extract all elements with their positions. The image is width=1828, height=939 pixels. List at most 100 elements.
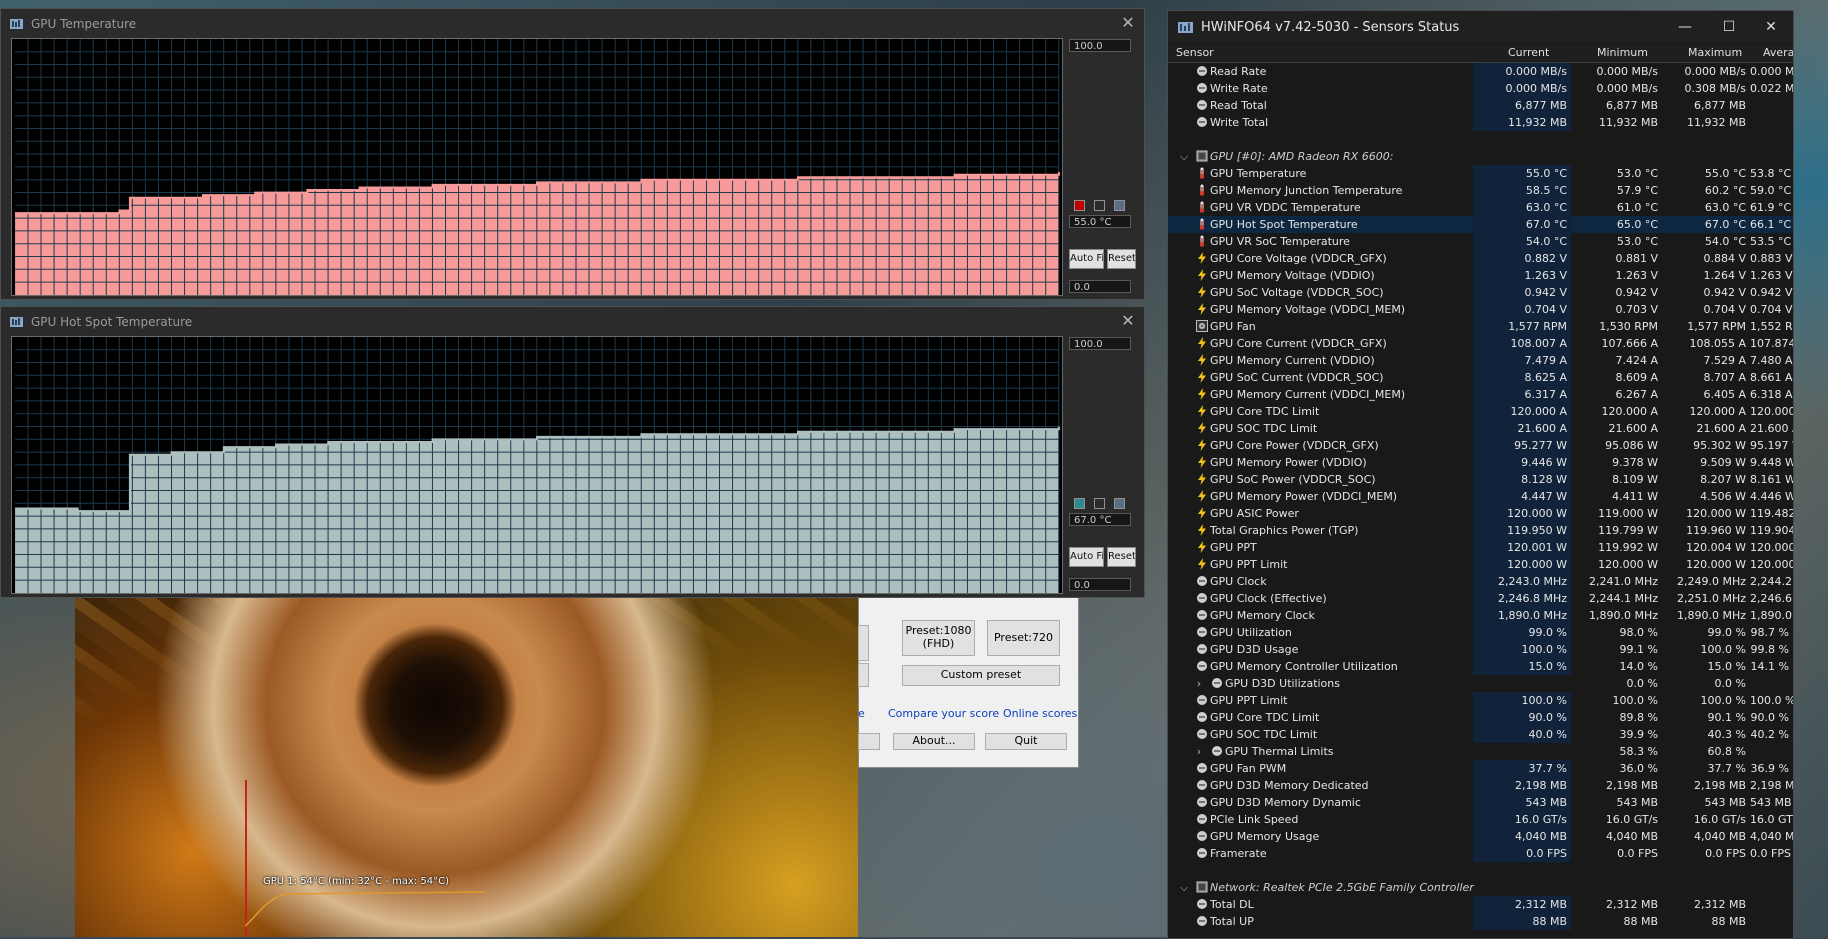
sensor-name: GPU Memory Current (VDDCI_MEM) (1210, 388, 1406, 401)
sensor-name: GPU Memory Current (VDDIO) (1210, 354, 1375, 367)
maximum-value: 2,249.0 MHz (1676, 575, 1746, 588)
sensor-row[interactable]: Total UP 88 MB 88 MB 88 MB (1168, 913, 1793, 930)
sensor-row[interactable]: GPU ASIC Power 120.000 W 119.000 W 120.000 … (1168, 505, 1793, 522)
sensor-group-header[interactable]: ⌵ Network: Realtek PCIe 2.5GbE Family Con… (1168, 879, 1793, 896)
sensor-row[interactable]: Read Rate 0.000 MB/s 0.000 MB/s 0.000 MB/s 0… (1168, 63, 1793, 80)
sensor-row[interactable]: Total DL 2,312 MB 2,312 MB 2,312 MB (1168, 896, 1793, 913)
expand-chevron-icon[interactable]: › (1193, 675, 1205, 692)
sensor-row[interactable]: PCIe Link Speed 16.0 GT/s 16.0 GT/s 16.0 GT… (1168, 811, 1793, 828)
sensor-row[interactable]: GPU D3D Usage 100.0 % 99.1 % 100.0 % 99.8 % (1168, 641, 1793, 658)
sensor-group-header[interactable]: ⌵ GPU [#0]: AMD Radeon RX 6600: (1168, 148, 1793, 165)
sensor-row[interactable]: GPU Memory Power (VDDCI_MEM) 4.447 W 4.411… (1168, 488, 1793, 505)
sensor-row[interactable]: GPU Memory Current (VDDIO) 7.479 A 7.424 A… (1168, 352, 1793, 369)
sensor-name: GPU Core TDC Limit (1210, 711, 1320, 724)
reset-button[interactable]: Reset (1107, 547, 1136, 567)
graph-window-titlebar[interactable]: GPU Temperature (1, 9, 1144, 39)
lightning-icon (1196, 439, 1208, 451)
sensor-subgroup-row[interactable]: › GPU Thermal Limits 58.3 % 60.8 % (1168, 743, 1793, 760)
sensor-row[interactable]: GPU Fan PWM 37.7 % 36.0 % 37.7 % 36.9 % (1168, 760, 1793, 777)
sensor-row[interactable]: GPU Memory Controller Utilization 15.0 % 1… (1168, 658, 1793, 675)
quit-button[interactable]: Quit (985, 733, 1067, 750)
sensor-row[interactable]: GPU Hot Spot Temperature 67.0 °C 65.0 °C 67… (1168, 216, 1793, 233)
sensor-row[interactable]: GPU D3D Memory Dynamic 543 MB 543 MB 543 MB… (1168, 794, 1793, 811)
sensor-row[interactable]: GPU Memory Junction Temperature 58.5 °C 57… (1168, 182, 1793, 199)
sensor-row[interactable]: GPU Memory Current (VDDCI_MEM) 6.317 A 6.2… (1168, 386, 1793, 403)
maximum-value: 7.529 A (1703, 354, 1746, 367)
close-icon[interactable]: ✕ (1749, 11, 1793, 43)
sensor-row[interactable]: GPU Memory Voltage (VDDCI_MEM) 0.704 V 0.7… (1168, 301, 1793, 318)
sensor-row[interactable]: Write Rate 0.000 MB/s 0.000 MB/s 0.308 MB/s… (1168, 80, 1793, 97)
sensor-row[interactable]: GPU VR VDDC Temperature 63.0 °C 61.0 °C 63.… (1168, 199, 1793, 216)
reset-button[interactable]: Reset (1107, 249, 1136, 269)
sensor-name: GPU Memory Power (VDDIO) (1210, 456, 1367, 469)
average-value (1750, 97, 1793, 114)
online-scores-link[interactable]: Online scores (1003, 707, 1077, 720)
link-fragment[interactable]: e (858, 707, 865, 720)
graph-option-checkbox[interactable] (1094, 498, 1105, 509)
sensor-row[interactable]: GPU Memory Power (VDDIO) 9.446 W 9.378 W 9.… (1168, 454, 1793, 471)
sensor-row[interactable]: GPU Clock (Effective) 2,246.8 MHz 2,244.1 … (1168, 590, 1793, 607)
graph-option-checkbox-2[interactable] (1114, 200, 1125, 211)
sensor-row[interactable]: GPU SoC Current (VDDCR_SOC) 8.625 A 8.609 … (1168, 369, 1793, 386)
graph-window-titlebar[interactable]: GPU Hot Spot Temperature (1, 307, 1144, 337)
sensor-subgroup-row[interactable]: › GPU D3D Utilizations 0.0 % 0.0 % (1168, 675, 1793, 692)
sensor-row[interactable]: GPU Memory Usage 4,040 MB 4,040 MB 4,040 MB… (1168, 828, 1793, 845)
sensor-row[interactable]: GPU Clock 2,243.0 MHz 2,241.0 MHz 2,249.0 M… (1168, 573, 1793, 590)
column-minimum[interactable]: Minimum (1597, 46, 1648, 59)
sensor-row[interactable]: GPU Temperature 55.0 °C 53.0 °C 55.0 °C 53.8… (1168, 165, 1793, 182)
collapse-chevron-icon[interactable]: ⌵ (1178, 148, 1190, 165)
sensor-row[interactable]: GPU PPT 120.001 W 119.992 W 120.004 W 120.00… (1168, 539, 1793, 556)
sensor-row[interactable]: GPU PPT Limit 100.0 % 100.0 % 100.0 % 100.0 … (1168, 692, 1793, 709)
graph-color-swatch[interactable] (1074, 200, 1085, 211)
preset-720-button[interactable]: Preset:720 (987, 620, 1060, 656)
lightning-icon (1196, 507, 1208, 519)
average-value: 0.000 MB/s (1750, 65, 1794, 78)
sensor-row[interactable]: GPU PPT Limit 120.000 W 120.000 W 120.000 W… (1168, 556, 1793, 573)
sensor-row[interactable]: GPU SoC Voltage (VDDCR_SOC) 0.942 V 0.942 … (1168, 284, 1793, 301)
minimum-value: 120.000 W (1598, 558, 1658, 571)
column-sensor[interactable]: Sensor (1176, 46, 1214, 59)
graph-option-checkbox-2[interactable] (1114, 498, 1125, 509)
graph-option-checkbox[interactable] (1094, 200, 1105, 211)
sensor-row[interactable]: GPU Fan 1,577 RPM 1,530 RPM 1,577 RPM 1,552 … (1168, 318, 1793, 335)
sensor-row[interactable]: Framerate 0.0 FPS 0.0 FPS 0.0 FPS 0.0 FPS (1168, 845, 1793, 862)
maximize-icon[interactable]: ☐ (1707, 11, 1751, 43)
column-maximum[interactable]: Maximum (1688, 46, 1742, 59)
graph-color-swatch[interactable] (1074, 498, 1085, 509)
close-icon[interactable]: ✕ (1119, 14, 1137, 32)
sensor-row[interactable]: GPU SoC Power (VDDCR_SOC) 8.128 W 8.109 W 8… (1168, 471, 1793, 488)
sensor-row[interactable]: Total Graphics Power (TGP) 119.950 W 119.7… (1168, 522, 1793, 539)
sensor-row[interactable]: GPU Core Voltage (VDDCR_GFX) 0.882 V 0.881… (1168, 250, 1793, 267)
sensor-row[interactable]: GPU Utilization 99.0 % 98.0 % 99.0 % 98.7 % (1168, 624, 1793, 641)
hidden-left-button-2[interactable] (858, 663, 869, 687)
compare-score-link[interactable]: Compare your score (888, 707, 999, 720)
sensor-row[interactable]: GPU Core Power (VDDCR_GFX) 95.277 W 95.086… (1168, 437, 1793, 454)
average-value: 95.197 W (1750, 439, 1793, 452)
sensor-row[interactable]: GPU SOC TDC Limit 40.0 % 39.9 % 40.3 % 40.2 … (1168, 726, 1793, 743)
minimum-value: 2,244.1 MHz (1588, 592, 1658, 605)
sensor-row[interactable]: Read Total 6,877 MB 6,877 MB 6,877 MB (1168, 97, 1793, 114)
average-value: 0.883 V (1750, 252, 1793, 265)
sensor-row[interactable]: GPU Memory Clock 1,890.0 MHz 1,890.0 MHz 1,… (1168, 607, 1793, 624)
sensor-row[interactable]: GPU SOC TDC Limit 21.600 A 21.600 A 21.600 … (1168, 420, 1793, 437)
minimize-icon[interactable]: — (1663, 11, 1707, 43)
sensor-row[interactable]: GPU Core TDC Limit 120.000 A 120.000 A 120.… (1168, 403, 1793, 420)
collapse-chevron-icon[interactable]: ⌵ (1178, 879, 1190, 896)
about-button[interactable]: About... (893, 733, 975, 750)
hidden-left-button-3[interactable] (858, 733, 880, 750)
sensor-row[interactable]: Write Total 11,932 MB 11,932 MB 11,932 MB (1168, 114, 1793, 131)
expand-chevron-icon[interactable]: › (1193, 743, 1205, 760)
auto-fit-button[interactable]: Auto Fit (1069, 547, 1104, 567)
column-average[interactable]: Average (1763, 46, 1793, 59)
sensor-row[interactable]: GPU VR SoC Temperature 54.0 °C 53.0 °C 54.0… (1168, 233, 1793, 250)
auto-fit-button[interactable]: Auto Fit (1069, 249, 1104, 269)
sensor-row[interactable]: GPU Memory Voltage (VDDIO) 1.263 V 1.263 V… (1168, 267, 1793, 284)
close-icon[interactable]: ✕ (1119, 312, 1137, 330)
sensor-row[interactable]: GPU D3D Memory Dedicated 2,198 MB 2,198 MB… (1168, 777, 1793, 794)
hidden-left-button[interactable] (858, 625, 869, 661)
sensor-row[interactable]: GPU Core Current (VDDCR_GFX) 108.007 A 107… (1168, 335, 1793, 352)
column-current[interactable]: Current (1508, 46, 1549, 59)
sensor-row[interactable]: GPU Core TDC Limit 90.0 % 89.8 % 90.1 % 90.0… (1168, 709, 1793, 726)
preset-1080-button[interactable]: Preset:1080 (FHD) (902, 620, 975, 656)
custom-preset-button[interactable]: Custom preset (902, 665, 1060, 686)
